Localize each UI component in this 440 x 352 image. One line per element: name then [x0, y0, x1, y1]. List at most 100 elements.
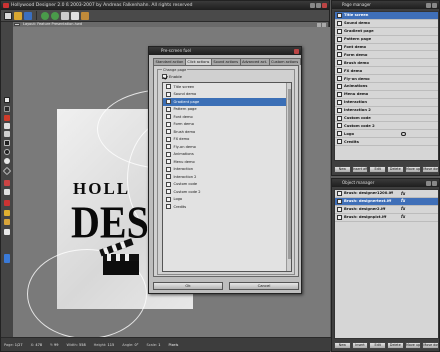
color-swatch-icon[interactable] [4, 254, 10, 263]
polygon-tool-icon[interactable] [2, 166, 12, 176]
page-move-up-button[interactable]: Move up [404, 166, 422, 173]
page-edit-button[interactable]: Edit [369, 166, 387, 173]
page-row[interactable]: Interaction [335, 99, 438, 107]
list-item[interactable]: Brush demo [163, 128, 291, 136]
fx-badge[interactable]: fx [401, 214, 405, 219]
ellipse-tool-icon[interactable] [4, 149, 10, 155]
list-item[interactable]: Form demo [163, 121, 291, 129]
page-row[interactable]: Logo [335, 130, 438, 139]
circle-tool-icon[interactable] [4, 158, 10, 164]
object-edit-button[interactable]: Edit [369, 342, 387, 349]
page-row[interactable]: Credits [335, 138, 438, 147]
list-item[interactable]: Title screen [163, 83, 291, 91]
panel-close-icon[interactable] [432, 180, 437, 186]
page-list[interactable]: Title screen Sound demo Gradient page Patte… [162, 82, 292, 272]
list-item[interactable]: Fly-on demo [163, 143, 291, 151]
object-manager-list[interactable]: Brush: designer1200.iff fx Brush: designer… [334, 189, 439, 339]
line-tool-icon[interactable] [4, 123, 10, 129]
page-list-scrollbar[interactable] [286, 83, 291, 271]
tab-sound-actions[interactable]: Sound actions [210, 58, 241, 65]
scrollbar-thumb[interactable] [287, 89, 291, 259]
cancel-button[interactable]: Cancel [229, 282, 299, 290]
object-move-up-button[interactable]: Move up [404, 342, 422, 349]
close-icon[interactable] [322, 3, 327, 8]
page-insert-after-button[interactable]: Insert after [351, 166, 369, 173]
fx-badge[interactable]: fx [401, 198, 405, 203]
list-item[interactable]: Sound demo [163, 91, 291, 99]
page-row[interactable]: Sound demo [335, 20, 438, 28]
page-move-down-button[interactable]: Move down [422, 166, 440, 173]
document-minimize-icon[interactable] [317, 22, 321, 27]
list-item[interactable]: Menu demo [163, 158, 291, 166]
save-icon[interactable] [24, 11, 32, 20]
list-item[interactable]: FX demo [163, 136, 291, 144]
page-row[interactable]: Animations [335, 83, 438, 91]
page-manager-list[interactable]: Title screen Sound demo Gradient page Patte… [334, 11, 439, 161]
fill-tool-icon[interactable] [4, 180, 10, 186]
main-titlebar[interactable]: Hollywood Designer 2.0 ß 2003-2007 by An… [1, 1, 329, 10]
select-tool-icon[interactable] [4, 97, 10, 103]
zoom-tool-icon[interactable] [4, 229, 10, 235]
panel-minimize-icon[interactable] [426, 180, 431, 186]
list-item[interactable]: Gradient page [163, 98, 291, 106]
fx-badge[interactable]: fx [401, 206, 405, 211]
page-row[interactable]: Gradient page [335, 28, 438, 36]
object-new-button[interactable]: New [334, 342, 351, 349]
page-row[interactable]: FX demo [335, 67, 438, 76]
page-row[interactable]: Menu demo [335, 91, 438, 99]
page-row[interactable]: Custom code [335, 115, 438, 123]
object-row[interactable]: Brush: designertext.iff fx [335, 197, 438, 206]
transition-icon[interactable] [401, 131, 406, 137]
page-new-button[interactable]: New [334, 166, 351, 173]
page-row[interactable]: Form demo [335, 51, 438, 60]
sound-tool-icon[interactable] [4, 200, 10, 206]
minimize-icon[interactable] [310, 3, 315, 8]
object-row[interactable]: Brush: designer1200.iff fx [335, 190, 438, 198]
page-delete-button[interactable]: Delete [387, 166, 404, 173]
fx-badge[interactable]: fx [401, 191, 405, 196]
page-row[interactable]: Custom code 2 [335, 122, 438, 131]
page-row[interactable]: Interaction 2 [335, 107, 438, 115]
copy-icon[interactable] [71, 11, 79, 20]
list-item[interactable]: Pattern page [163, 106, 291, 114]
brush-tool-icon[interactable] [4, 115, 10, 121]
object-delete-button[interactable]: Delete [387, 342, 404, 349]
transition-tool-icon[interactable] [4, 210, 10, 216]
document-close-icon[interactable] [14, 23, 20, 26]
enable-checkbox-box[interactable] [162, 74, 167, 79]
image-tool-icon[interactable] [4, 219, 10, 225]
redo-icon[interactable] [51, 11, 59, 20]
page-row[interactable]: Pattern page [335, 36, 438, 44]
list-item[interactable]: Font demo [163, 113, 291, 121]
document-maximize-icon[interactable] [322, 22, 326, 27]
ok-button[interactable]: Ok [153, 282, 223, 290]
tab-standard-action[interactable]: Standard action [153, 58, 186, 65]
dialog-close-icon[interactable] [294, 48, 299, 54]
tab-custom-actions[interactable]: Custom actions [268, 58, 301, 65]
list-item[interactable]: Logo [163, 196, 291, 204]
cut-icon[interactable] [61, 11, 69, 20]
object-insert-button[interactable]: Insert [351, 342, 369, 349]
page-manager-titlebar[interactable]: Page manager [332, 1, 439, 9]
panel-minimize-icon[interactable] [426, 2, 431, 8]
tab-click-actions[interactable]: Click actions [184, 58, 212, 65]
open-folder-icon[interactable] [14, 11, 22, 20]
dialog-titlebar[interactable]: Pre-screen fuel [149, 47, 301, 55]
new-file-icon[interactable] [4, 11, 12, 20]
object-manager-titlebar[interactable]: Object manager [332, 179, 439, 187]
undo-icon[interactable] [41, 11, 49, 20]
enable-checkbox[interactable]: Enable [162, 74, 182, 79]
list-item[interactable]: Custom code 2 [163, 188, 291, 196]
maximize-icon[interactable] [316, 3, 321, 8]
object-row[interactable]: Brush: designer2.iff fx [335, 206, 438, 214]
page-row[interactable]: Fly-on demo [335, 75, 438, 84]
list-item[interactable]: Interaction 2 [163, 173, 291, 181]
page-row[interactable]: Brush demo [335, 59, 438, 68]
text-tool-icon[interactable] [4, 106, 10, 112]
list-item[interactable]: Interaction [163, 166, 291, 174]
list-item[interactable]: Credits [163, 203, 291, 211]
anim-tool-icon[interactable] [4, 189, 10, 195]
tab-advanced-actions[interactable]: Advanced act. [239, 58, 270, 65]
list-item[interactable]: Animations [163, 151, 291, 159]
pen-tool-icon[interactable] [4, 131, 10, 137]
